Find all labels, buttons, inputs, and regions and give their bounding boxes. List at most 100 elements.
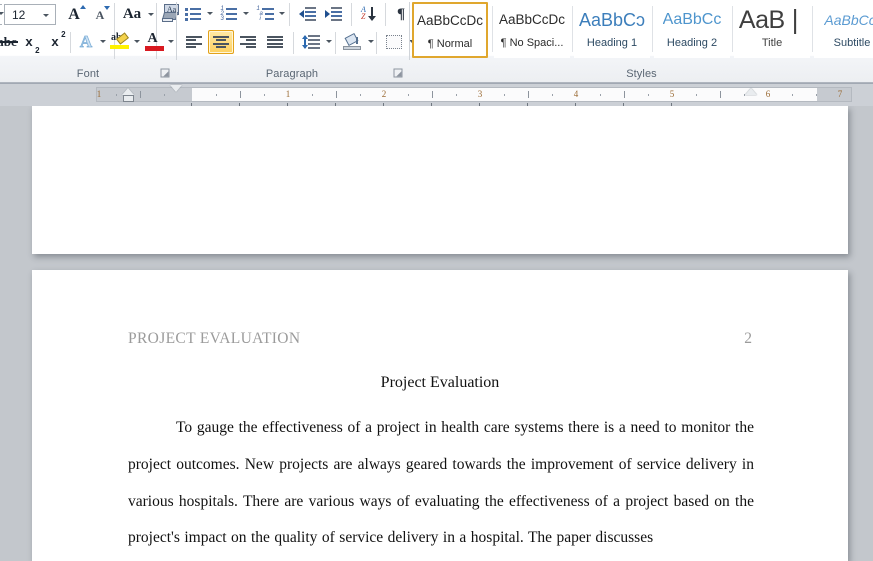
align-right-button[interactable] [235, 30, 261, 54]
grow-font-button[interactable]: A [62, 3, 86, 26]
style-item-subtitle[interactable]: AaBbCcI Subtitle [814, 2, 873, 58]
text-highlight-color-button[interactable]: ab [108, 30, 132, 54]
style-preview: AaBbCcI [824, 12, 873, 28]
grow-font-icon: A [68, 4, 86, 24]
multilevel-list-icon: 1 a i [257, 6, 274, 22]
page-header-text: PROJECT EVALUATION [128, 330, 301, 347]
shrink-font-icon: A [96, 5, 111, 24]
ribbon-group-font: 12 A A Aa Aa abc x 2 x 2 A A Font [0, 0, 179, 83]
style-preview: AaBbCc [662, 11, 722, 28]
style-name: ¶ Normal [427, 38, 473, 50]
font-group-label: Font [76, 68, 100, 80]
ruler-number: 1 [96, 89, 102, 99]
shading-chevron-down-icon[interactable] [368, 40, 374, 43]
style-item-heading-1[interactable]: AaBbCɔ Heading 1 [574, 2, 650, 58]
increase-indent-icon [324, 7, 342, 21]
ribbon-group-styles: AaBbCcDc ¶ Normal AaBbCcDc ¶ No Spaci...… [410, 0, 873, 83]
align-center-icon [213, 35, 229, 49]
line-spacing-button[interactable] [298, 30, 324, 54]
style-preview: AaBbCcDc [416, 13, 484, 28]
justify-icon [267, 35, 283, 49]
page-number: 2 [744, 330, 752, 347]
superscript-icon: x 2 [51, 30, 66, 49]
multilevel-list-button[interactable]: 1 a i [253, 3, 277, 25]
style-item-normal[interactable]: AaBbCcDc ¶ Normal [412, 2, 488, 58]
line-spacing-chevron-down-icon[interactable] [326, 40, 332, 43]
style-item-heading-2[interactable]: AaBbCc Heading 2 [654, 2, 730, 58]
shading-paint-bucket-icon [343, 32, 363, 51]
line-spacing-icon [302, 35, 320, 49]
document-page-2[interactable]: PROJECT EVALUATION 2 Project Evaluation … [32, 270, 848, 561]
change-case-button[interactable]: Aa [118, 3, 146, 26]
style-preview: AaBbCɔ [578, 10, 646, 30]
paragraph-dialog-launcher[interactable] [393, 68, 404, 79]
left-indent-marker[interactable] [122, 95, 134, 102]
style-item-no-spacing[interactable]: AaBbCcDc ¶ No Spaci... [494, 2, 570, 58]
document-page-1[interactable] [32, 106, 848, 254]
multilevel-list-chevron-down-icon[interactable] [279, 12, 285, 15]
font-color-button[interactable]: A [142, 30, 166, 54]
subscript-button[interactable]: x 2 [16, 31, 42, 55]
subscript-icon: x 2 [25, 34, 40, 55]
font-dialog-launcher[interactable] [160, 68, 171, 79]
font-size-input[interactable]: 12 [4, 4, 56, 25]
style-name: Heading 2 [666, 37, 718, 49]
align-right-icon [240, 35, 256, 49]
bulleted-list-icon [184, 7, 202, 22]
decrease-indent-icon [298, 7, 316, 21]
font-color-chevron-down-icon[interactable] [168, 40, 174, 43]
font-color-icon: A [144, 31, 164, 52]
increase-indent-button[interactable] [321, 3, 345, 25]
ruler-number: 2 [381, 89, 387, 99]
ruler-right-margin-zone[interactable] [817, 88, 851, 101]
numbering-chevron-down-icon[interactable] [243, 12, 249, 15]
styles-group-label: Styles [626, 68, 657, 80]
text-effects-chevron-down-icon[interactable] [100, 40, 106, 43]
change-case-chevron-down-icon[interactable] [148, 13, 154, 16]
justify-button[interactable] [262, 30, 288, 54]
font-size-value: 12 [12, 8, 26, 22]
document-title: Project Evaluation [380, 374, 500, 391]
borders-icon [386, 35, 402, 49]
sort-button[interactable]: A Z [357, 3, 381, 25]
text-effects-button[interactable]: A [74, 31, 98, 53]
decrease-indent-button[interactable] [295, 3, 319, 25]
shading-button[interactable] [340, 30, 366, 54]
first-line-indent-marker[interactable] [170, 85, 182, 92]
paragraph-group-label: Paragraph [265, 68, 319, 80]
style-name: Heading 1 [586, 37, 638, 49]
document-body-paragraph[interactable]: To gauge the effectiveness of a project … [128, 410, 754, 557]
numbering-button[interactable]: 1 2 3 [217, 3, 241, 25]
bullets-button[interactable] [181, 3, 205, 25]
align-center-button[interactable] [208, 30, 234, 54]
pilcrow-icon: ¶ [396, 5, 406, 22]
ruler-track[interactable]: 1 1 2 3 4 5 6 7 [96, 87, 852, 102]
document-canvas[interactable]: PROJECT EVALUATION 2 Project Evaluation … [0, 106, 873, 561]
style-preview: AaBbCcDc [498, 12, 566, 27]
shrink-font-button[interactable]: A [88, 3, 112, 26]
font-size-chevron-down-icon[interactable] [43, 14, 49, 17]
ribbon-group-paragraph: 1 2 3 1 a i A Z ¶ Paragraph [177, 0, 415, 83]
horizontal-ruler[interactable]: 1 1 2 3 4 5 6 7 [0, 84, 873, 108]
strikethrough-icon: abc [0, 34, 19, 50]
style-preview: AaB❘ [738, 6, 806, 34]
ruler-number: 4 [573, 89, 579, 99]
text-effects-icon: A [79, 32, 93, 52]
style-name: ¶ No Spaci... [500, 37, 564, 49]
style-name: Title [761, 37, 783, 49]
hanging-indent-marker[interactable] [122, 88, 134, 95]
style-name: Subtitle [833, 37, 871, 49]
change-case-icon: Aa [122, 6, 142, 22]
highlight-icon: ab [110, 32, 130, 52]
borders-button[interactable] [381, 30, 407, 54]
word-application-window: 12 A A Aa Aa abc x 2 x 2 A A Font 1 2 3 … [0, 0, 873, 561]
numbered-list-icon: 1 2 3 [221, 6, 238, 22]
ruler-number: 1 [285, 89, 291, 99]
ruler-number: 3 [477, 89, 483, 99]
align-left-button[interactable] [181, 30, 207, 54]
style-item-title[interactable]: AaB❘ Title [734, 2, 810, 58]
superscript-button[interactable]: x 2 [42, 30, 68, 53]
highlight-chevron-down-icon[interactable] [134, 40, 140, 43]
right-indent-marker[interactable] [745, 88, 757, 95]
bullets-chevron-down-icon[interactable] [207, 12, 213, 15]
